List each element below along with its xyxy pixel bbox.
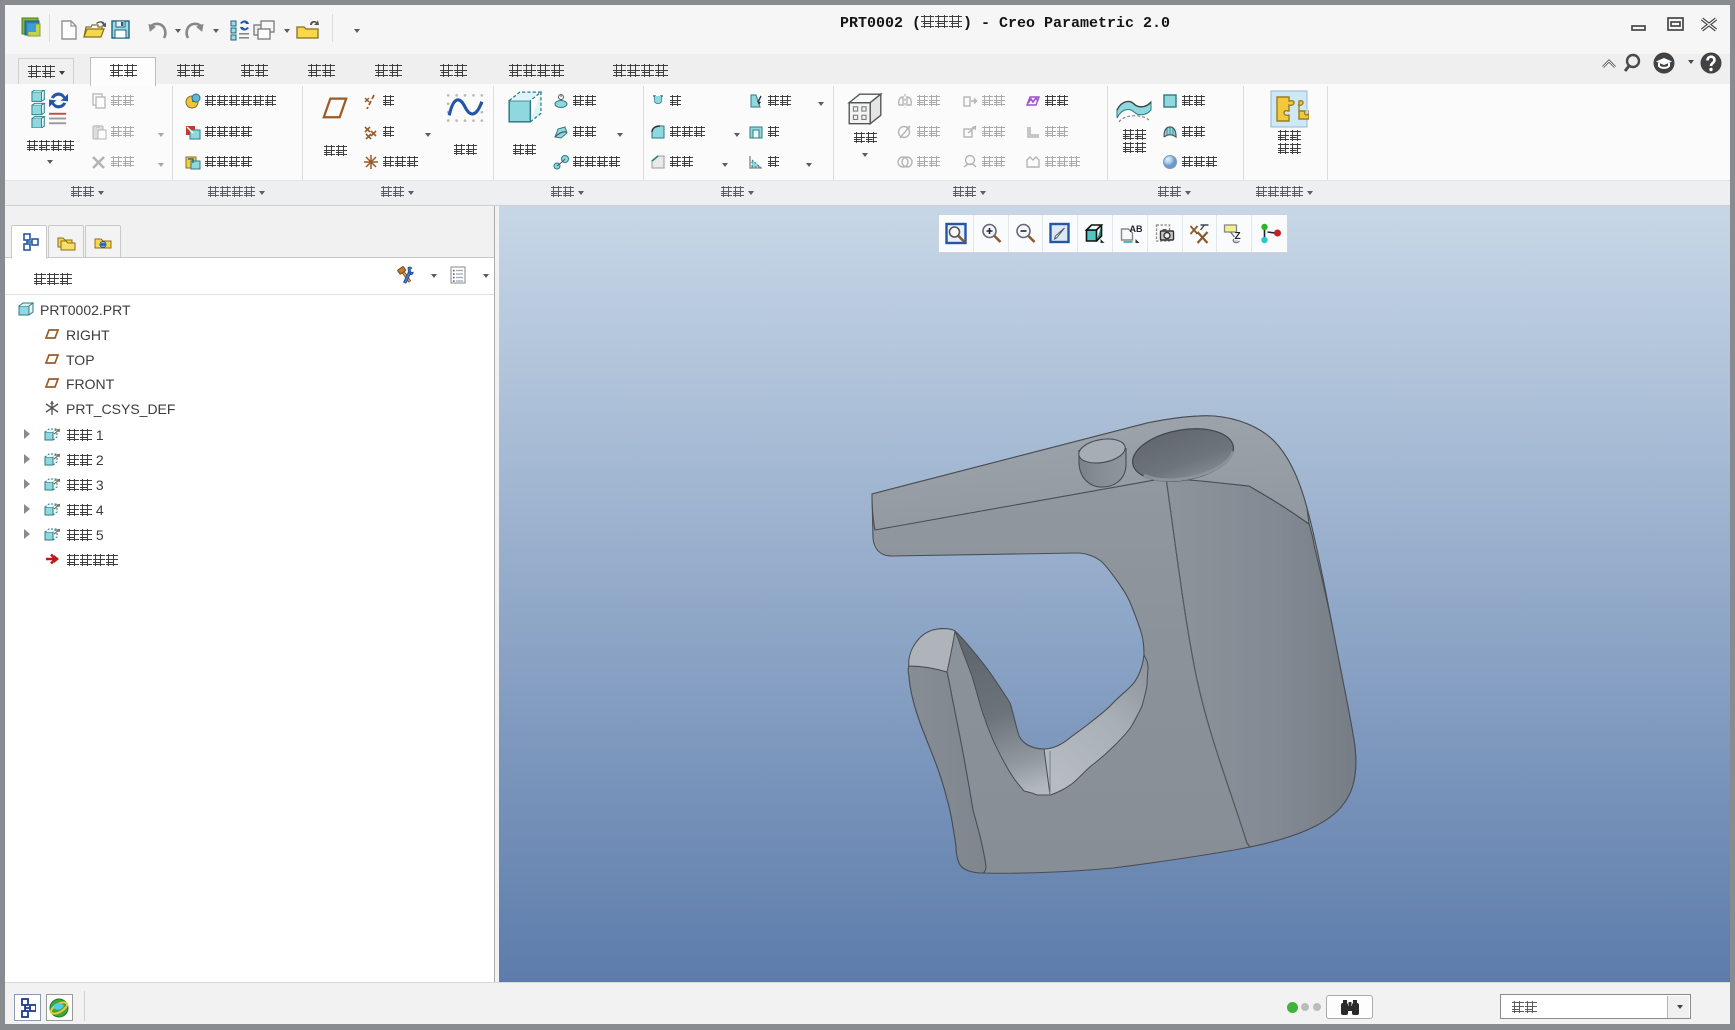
svg-text:AB: AB	[1129, 224, 1142, 234]
